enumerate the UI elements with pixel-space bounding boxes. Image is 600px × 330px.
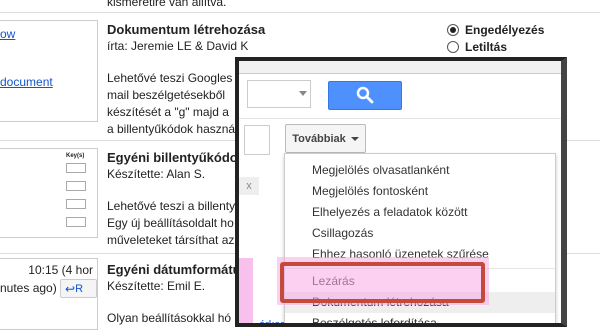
search-icon — [356, 86, 374, 104]
highlight-strip — [239, 258, 253, 323]
chevron-down-icon — [350, 136, 359, 141]
row2-description-line: Lehetővé teszi a billenty — [107, 199, 236, 213]
toolbar-button[interactable] — [244, 125, 270, 155]
radio-icon — [447, 41, 459, 53]
row3-time: 10:15 (4 hor — [28, 263, 93, 277]
disable-radio[interactable]: Letiltás — [447, 40, 507, 54]
menu-item-mark-important[interactable]: Megjelölés fontosként — [285, 181, 555, 202]
row3-ago: nutes ago) — [0, 281, 57, 295]
reply-icon: ↩ — [65, 281, 76, 296]
menu-item-translate[interactable]: Beszélgetés lefordítása — [285, 313, 555, 323]
row1-description-line: készítését a "g" majd a — [107, 105, 229, 119]
row2-author: Készítette: Alan S. — [107, 167, 206, 181]
reply-button[interactable]: ↩ R — [60, 279, 97, 298]
search-options-chevron-icon[interactable] — [299, 91, 307, 96]
inbox-link[interactable]: érkez — [259, 319, 286, 323]
top-description: kismeretlre van állítva. — [107, 0, 227, 9]
thumb-link[interactable]: ow — [0, 27, 15, 41]
gmail-screenshot-overlay: Továbbiak x érkez Megjelölés olvasatlank… — [235, 57, 567, 327]
row1-description-line: a billentyűkódok haszná — [107, 122, 236, 136]
menu-item-star[interactable]: Csillagozás — [285, 223, 555, 244]
row3-author: Készítette: Emil E. — [107, 279, 206, 293]
row-divider — [0, 12, 600, 13]
overlay-top-bar — [239, 61, 561, 74]
reply-label: R — [75, 282, 84, 295]
row3-thumbnail: 10:15 (4 hor nutes ago) ↩ R — [0, 258, 98, 330]
row1-title: Dokumentum létrehozása — [107, 22, 266, 37]
row2-description-line: műveleteket társíthat az — [107, 233, 235, 247]
menu-item-add-to-tasks[interactable]: Elhelyezés a feladatok között — [285, 202, 555, 223]
thumb-link[interactable]: document — [0, 75, 53, 89]
menu-item-mark-unread[interactable]: Megjelölés olvasatlanként — [285, 160, 555, 181]
row3-title: Egyéni dátumformátu — [107, 262, 241, 277]
row3-description-line: Olyan beállításokkal hó — [107, 311, 232, 325]
toolbar-divider — [239, 118, 561, 119]
row2-thumbnail: Key(s) — [0, 148, 98, 238]
highlight-box — [280, 262, 485, 303]
thumb-key-label: Key(s) — [66, 153, 85, 159]
enable-radio[interactable]: Engedélyezés — [447, 23, 544, 37]
more-button[interactable]: Továbbiak — [285, 124, 366, 153]
enable-label: Engedélyezés — [465, 23, 545, 37]
row1-description-line: mail beszélgetésekből — [107, 88, 226, 102]
more-button-label: Továbbiak — [292, 132, 346, 145]
disable-label: Letiltás — [465, 40, 508, 54]
row1-thumbnail: ow document — [0, 20, 98, 122]
row1-description-line: Lehetővé teszi Googles — [107, 71, 233, 85]
row2-description-line: Egy új beállításoldalt ho — [107, 216, 234, 230]
row1-author: írta: Jeremie LE & David K — [107, 39, 249, 53]
row2-title: Egyéni billentyűkódol — [107, 150, 242, 165]
close-icon[interactable]: x — [239, 177, 259, 195]
radio-selected-icon — [447, 24, 459, 36]
search-button[interactable] — [328, 81, 402, 110]
